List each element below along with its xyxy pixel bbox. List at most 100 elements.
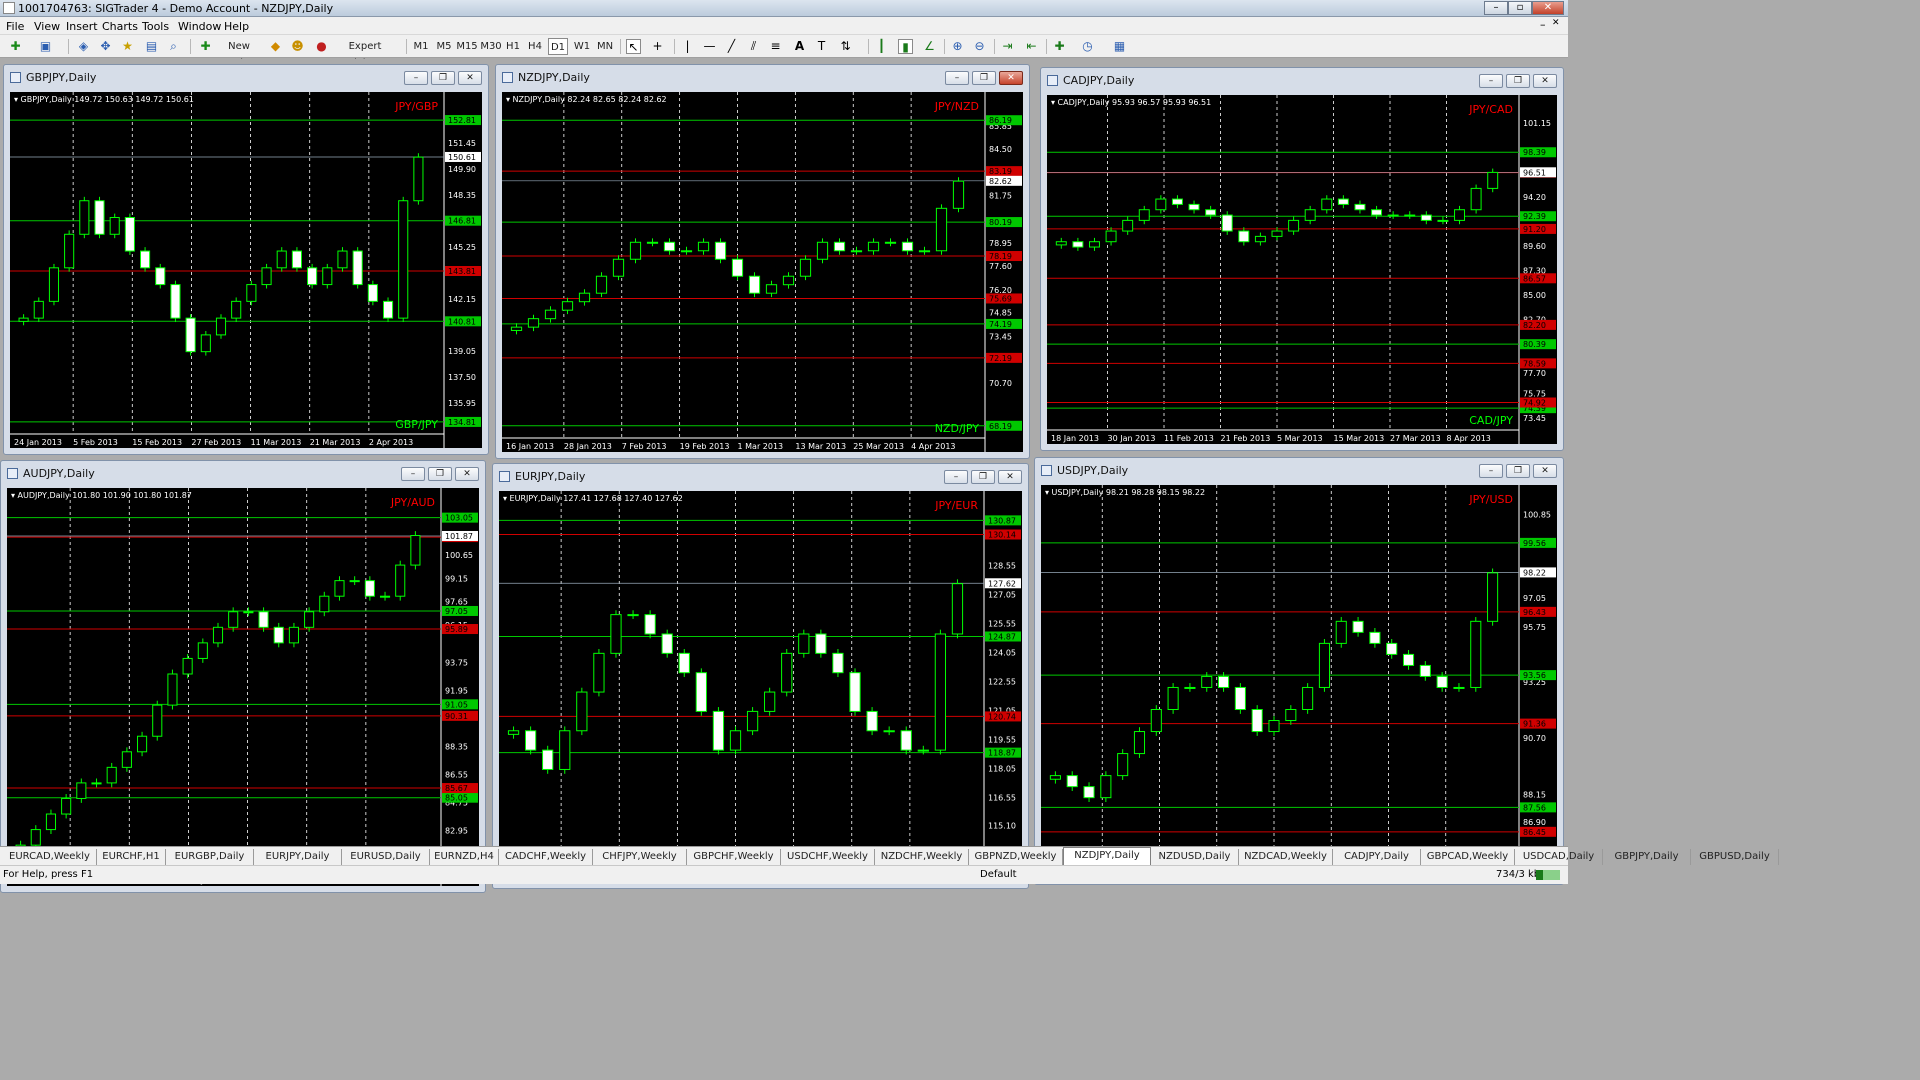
symbol-tab[interactable]: EURUSD,Daily <box>342 849 430 865</box>
minimize-icon[interactable]: – <box>404 71 428 85</box>
tf-m5[interactable]: M5 <box>434 38 454 55</box>
minimize-icon[interactable]: – <box>944 470 968 484</box>
chart-plot[interactable]: 24 Jan 2013 5 Feb 2013 15 Feb 2013 27 Feb 2… <box>10 92 482 448</box>
chart-plot[interactable]: 7 Nov 201229 Nov 201221 Dec 201216 Jan 2… <box>7 488 479 886</box>
minimize-icon[interactable]: – <box>1479 464 1503 478</box>
menu-view[interactable]: View <box>34 20 60 33</box>
symbol-tab[interactable]: NZDJPY,Daily <box>1063 847 1151 865</box>
minimize-icon[interactable]: – <box>1484 1 1508 15</box>
menu-help[interactable]: Help <box>224 20 249 33</box>
navigator-icon[interactable]: ★ <box>120 39 135 54</box>
new-order-button[interactable]: New Order <box>214 38 264 69</box>
periods-icon[interactable]: ◷ <box>1080 39 1095 54</box>
tf-h1[interactable]: H1 <box>504 38 522 55</box>
tf-m15[interactable]: M15 <box>456 38 478 55</box>
symbol-tab[interactable]: GBPCAD,Weekly <box>1421 849 1515 865</box>
menu-insert[interactable]: Insert <box>66 20 98 33</box>
mdi-close-icon[interactable]: ✕ <box>1552 18 1560 28</box>
chart-window-audjpy[interactable]: AUDJPY,Daily –❐✕ 7 Nov 201229 Nov 201221… <box>0 460 486 893</box>
window-titlebar[interactable]: 1001704763: SIGTrader 4 - Demo Account -… <box>0 0 1568 17</box>
profiles-icon[interactable]: ▣ <box>38 39 53 54</box>
close-icon[interactable]: ✕ <box>1532 1 1564 15</box>
crosshair-nav-icon[interactable]: ✥ <box>98 39 113 54</box>
symbol-tab[interactable]: NZDUSD,Daily <box>1151 849 1239 865</box>
trendline-icon[interactable]: ╱ <box>724 39 739 54</box>
menu-tools[interactable]: Tools <box>142 20 169 33</box>
horizontal-line-icon[interactable]: — <box>702 39 717 54</box>
tf-d1[interactable]: D1 <box>548 38 568 55</box>
restore-icon[interactable]: ❐ <box>972 71 996 85</box>
symbol-tab[interactable]: NZDCHF,Weekly <box>875 849 969 865</box>
text-label-icon[interactable]: T <box>814 39 829 54</box>
tf-h4[interactable]: H4 <box>526 38 544 55</box>
chart-shift-icon[interactable]: ⇤ <box>1024 39 1039 54</box>
symbol-tab[interactable]: EURJPY,Daily <box>254 849 342 865</box>
new-chart-icon[interactable]: ✚ <box>8 39 23 54</box>
symbol-tab[interactable]: GBPCHF,Weekly <box>687 849 781 865</box>
zoom-in-icon[interactable]: ⊕ <box>950 39 965 54</box>
symbol-tab[interactable]: USDCHF,Weekly <box>781 849 875 865</box>
chart-window-eurjpy[interactable]: EURJPY,Daily –❐✕ 16 Jan 201328 Jan 20137… <box>492 463 1029 889</box>
symbol-tab[interactable]: CADJPY,Daily <box>1333 849 1421 865</box>
symbol-tab[interactable]: CHFJPY,Weekly <box>593 849 687 865</box>
restore-icon[interactable]: ❐ <box>428 467 452 481</box>
restore-icon[interactable]: ❐ <box>971 470 995 484</box>
symbol-tab[interactable]: USDCAD,Daily <box>1515 849 1603 865</box>
metaeditor-icon[interactable]: ◆ <box>268 39 283 54</box>
close-icon[interactable]: ✕ <box>458 71 482 85</box>
close-icon[interactable]: ✕ <box>1533 74 1557 88</box>
tf-mn[interactable]: MN <box>594 38 616 55</box>
line-chart-icon[interactable]: ∠ <box>922 39 937 54</box>
symbol-tab[interactable]: EURCAD,Weekly <box>3 849 97 865</box>
restore-icon[interactable]: ❐ <box>1506 74 1530 88</box>
chart-window-cadjpy[interactable]: CADJPY,Daily – ❐ ✕ 18 Jan 2013 30 Jan 2013 1… <box>1040 67 1564 451</box>
autotrading-icon[interactable]: ☻ <box>290 39 305 54</box>
chart-plot[interactable]: 16 Jan 201328 Jan 20137 Feb 201319 Feb 2… <box>502 92 1023 452</box>
menu-charts[interactable]: Charts <box>102 20 138 33</box>
chart-window-usdjpy[interactable]: USDJPY,Daily –❐✕ 17 Jan 201329 Jan 20138… <box>1034 457 1564 885</box>
expert-advisors-button[interactable]: Expert Advisors <box>331 38 399 69</box>
symbol-tab[interactable]: CADCHF,Weekly <box>499 849 593 865</box>
text-icon[interactable]: A <box>792 39 807 54</box>
templates-icon[interactable]: ▦ <box>1112 39 1127 54</box>
close-icon[interactable]: ✕ <box>455 467 479 481</box>
minimize-icon[interactable]: – <box>1479 74 1503 88</box>
menu-file[interactable]: File <box>6 20 24 33</box>
symbol-tab[interactable]: EURGBP,Daily <box>166 849 254 865</box>
close-icon[interactable]: ✕ <box>1533 464 1557 478</box>
cursor-icon[interactable]: ↖ <box>626 39 641 54</box>
crosshair-icon[interactable]: + <box>650 39 665 54</box>
bar-chart-icon[interactable]: ┃ <box>874 39 889 54</box>
symbol-tab[interactable]: GBPUSD,Daily <box>1691 849 1779 865</box>
indicators-icon[interactable]: ✚ <box>1052 39 1067 54</box>
chart-window-nzdjpy[interactable]: NZDJPY,Daily – ❐ ✕ 16 Jan 2013 28 Jan 2013 7… <box>495 64 1030 459</box>
chart-plot[interactable]: 18 Jan 2013 30 Jan 2013 11 Feb 2013 21 Feb … <box>1047 95 1557 444</box>
symbol-tab[interactable]: GBPNZD,Weekly <box>969 849 1063 865</box>
mdi-minimize-icon[interactable]: – <box>1540 18 1546 31</box>
strategy-tester-icon[interactable]: ⌕ <box>166 39 181 54</box>
market-watch-icon[interactable]: ◈ <box>76 39 91 54</box>
candlestick-icon[interactable]: ▮ <box>898 39 913 54</box>
channel-icon[interactable]: ⫽ <box>746 39 761 54</box>
chart-window-gbpjpy[interactable]: GBPJPY,Daily – ❐ ✕ 24 Jan 2013 5 Feb 2013 15… <box>3 64 489 455</box>
autoscroll-icon[interactable]: ⇥ <box>1000 39 1015 54</box>
symbol-tab[interactable]: NZDCAD,Weekly <box>1239 849 1333 865</box>
chart-plot[interactable]: 16 Jan 201328 Jan 20137 Feb 201319 Feb 2… <box>499 491 1022 882</box>
close-icon[interactable]: ✕ <box>998 470 1022 484</box>
minimize-icon[interactable]: – <box>945 71 969 85</box>
symbol-tab[interactable]: EURCHF,H1 <box>97 849 166 865</box>
symbol-tab[interactable]: GBPJPY,Daily <box>1603 849 1691 865</box>
new-order-icon[interactable]: ✚ <box>198 39 213 54</box>
menu-window[interactable]: Window <box>178 20 221 33</box>
tf-w1[interactable]: W1 <box>572 38 592 55</box>
expert-advisors-icon[interactable]: ● <box>314 39 329 54</box>
close-icon[interactable]: ✕ <box>999 71 1023 85</box>
symbol-tab[interactable]: EURNZD,H4 <box>430 849 499 865</box>
arrows-icon[interactable]: ⇅ <box>838 39 853 54</box>
maximize-icon[interactable]: ▫ <box>1508 1 1532 15</box>
restore-icon[interactable]: ❐ <box>431 71 455 85</box>
zoom-out-icon[interactable]: ⊖ <box>972 39 987 54</box>
tf-m30[interactable]: M30 <box>480 38 502 55</box>
minimize-icon[interactable]: – <box>401 467 425 481</box>
restore-icon[interactable]: ❐ <box>1506 464 1530 478</box>
